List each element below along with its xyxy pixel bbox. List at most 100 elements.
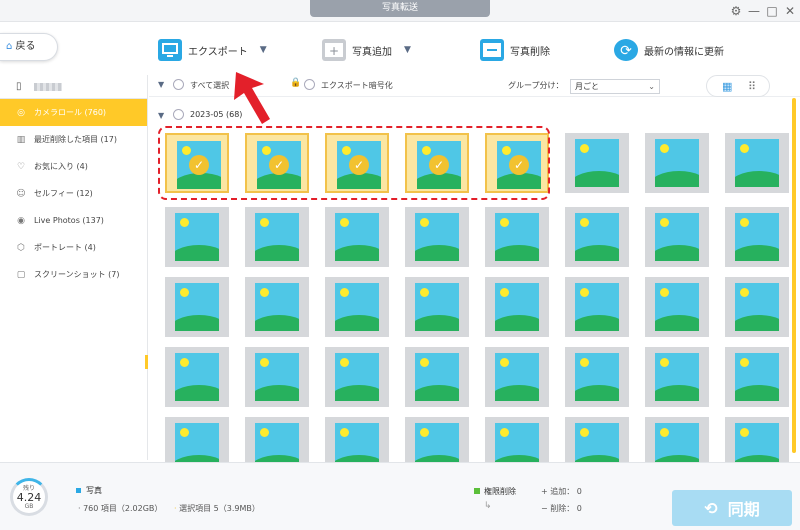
refresh-button[interactable]: ⟳ 最新の情報に更新 [614,36,724,64]
sidebar-scrollbar[interactable] [145,355,148,369]
photo-thumbnail[interactable] [165,347,229,407]
photo-thumbnail[interactable] [405,347,469,407]
deleted-count: − 削除： 0 [541,504,582,513]
landscape-image-icon [335,353,379,401]
photo-thumbnail[interactable] [485,277,549,337]
chevron-down-icon[interactable]: ▼ [260,45,267,55]
collapse-group-icon[interactable]: ▼ [158,111,164,120]
delete-photo-button[interactable]: 写真削除 [480,36,550,64]
home-icon: ⌂ [6,41,13,52]
lock-icon: 🔒 [290,78,302,88]
collapse-all-icon[interactable]: ▼ [158,80,164,89]
photo-thumbnail[interactable] [645,207,709,267]
sidebar-item-live-photos[interactable]: ◉ Live Photos (137) [0,207,147,234]
photo-thumbnail[interactable] [405,277,469,337]
view-toggle: ▦ ⠿ [706,75,770,97]
settings-icon[interactable]: ⚙ [728,3,744,19]
sidebar-item-camera-roll[interactable]: ◎ カメラロール (760) [0,99,147,126]
photo-thumbnail[interactable] [565,347,629,407]
landscape-image-icon [575,213,619,261]
content-scrollbar[interactable] [792,98,796,453]
list-view-icon[interactable]: ⠿ [748,80,756,93]
sidebar: ▯ ◎ カメラロール (760) ▥ 最近削除した項目 (17) ♡ お気に入り… [0,75,148,460]
group-checkbox[interactable] [173,109,184,120]
live-photo-icon: ◉ [17,215,25,226]
close-icon[interactable]: ✕ [782,3,798,19]
group-by-select[interactable]: 月ごと ⌄ [570,79,660,94]
photo-thumbnail[interactable] [565,133,629,193]
landscape-image-icon [735,213,779,261]
photo-thumbnail[interactable] [725,347,789,407]
svg-text:+: + [329,44,339,58]
photo-thumbnail[interactable] [645,277,709,337]
minimize-icon[interactable]: — [746,3,762,19]
svg-text:⟳: ⟳ [620,43,632,59]
landscape-image-icon [495,353,539,401]
landscape-image-icon [415,353,459,401]
grid-view-icon[interactable]: ▦ [722,80,732,93]
sidebar-item-screenshots[interactable]: ▢ スクリーンショット (7) [0,261,147,288]
branch-icon: ↳ [484,501,492,511]
export-button[interactable]: エクスポート ▼ [158,36,267,64]
photo-thumbnail[interactable] [565,277,629,337]
chevron-down-icon: ⌄ [648,82,655,91]
photo-thumbnail[interactable] [325,347,389,407]
sync-icon: ⟲ [704,498,718,518]
sidebar-item-favorites[interactable]: ♡ お気に入り (4) [0,153,147,180]
landscape-image-icon [255,353,299,401]
photo-thumbnail[interactable] [165,207,229,267]
export-encrypt-checkbox[interactable] [304,79,315,90]
phone-icon: ▯ [16,81,22,92]
heart-icon: ♡ [16,161,26,172]
photo-thumbnail[interactable] [165,277,229,337]
device-row[interactable]: ▯ [0,75,147,99]
select-all-label: すべて選択 [190,81,230,90]
sidebar-item-portrait[interactable]: ⬡ ポートレート (4) [0,234,147,261]
sidebar-item-selfies[interactable]: ☺ セルフィー (12) [0,180,147,207]
sidebar-item-recently-deleted[interactable]: ▥ 最近削除した項目 (17) [0,126,147,153]
landscape-image-icon [575,353,619,401]
photo-thumbnail[interactable] [645,133,709,193]
photo-thumbnail[interactable] [325,207,389,267]
landscape-image-icon [175,283,219,331]
add-photo-button[interactable]: + 写真追加 ▼ [322,36,411,64]
photo-thumbnail[interactable] [565,207,629,267]
back-button[interactable]: ⌂ 戻る [0,33,58,61]
photo-thumbnail[interactable] [725,277,789,337]
add-photo-icon: + [322,39,346,61]
item-count: · 760 項目（2.02GB） [78,504,163,513]
trash-icon: ▥ [16,134,26,145]
landscape-image-icon [495,283,539,331]
maximize-icon[interactable]: □ [764,3,780,19]
storage-gauge: 残り 4.24 GB [10,478,48,516]
permission-color-dot [474,488,480,494]
photo-thumbnail[interactable] [645,347,709,407]
camera-icon: ◎ [17,107,25,118]
photo-thumbnail[interactable] [405,207,469,267]
select-all-checkbox[interactable] [173,79,184,90]
landscape-image-icon [655,353,699,401]
selfie-icon: ☺ [16,188,26,199]
sync-button[interactable]: ⟲ 同期 [672,490,792,526]
photo-thumbnail[interactable] [245,347,309,407]
landscape-image-icon [175,353,219,401]
landscape-image-icon [735,139,779,187]
landscape-image-icon [335,213,379,261]
photo-thumbnail[interactable] [725,207,789,267]
selected-count: · 選択項目 5（3.9MB） [174,504,260,513]
permission-label: 権限削除 [484,487,516,496]
landscape-image-icon [575,283,619,331]
photo-thumbnail[interactable] [245,277,309,337]
device-name-blurred [33,82,62,91]
photo-thumbnail[interactable] [325,277,389,337]
photo-thumbnail[interactable] [485,207,549,267]
landscape-image-icon [735,283,779,331]
landscape-image-icon [735,353,779,401]
chevron-down-icon[interactable]: ▼ [404,45,411,55]
delete-photo-icon [480,39,504,61]
photo-thumbnail[interactable] [725,133,789,193]
photos-color-dot [76,488,81,493]
photo-thumbnail[interactable] [245,207,309,267]
photo-thumbnail[interactable] [485,347,549,407]
landscape-image-icon [175,213,219,261]
